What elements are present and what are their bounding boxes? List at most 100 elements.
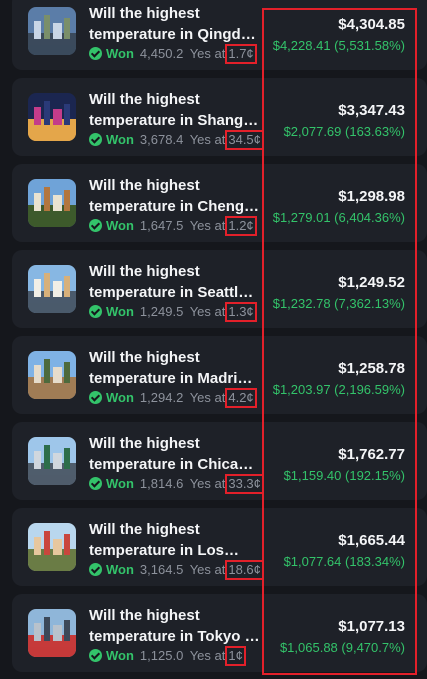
- position-meta: Won 4,450.2 Yes at 1.7¢: [89, 44, 257, 64]
- city-thumbnail: [28, 437, 76, 485]
- market-title-line-1: Will the highest: [89, 607, 200, 624]
- market-title-line-2: temperature in Qingda…: [89, 25, 261, 43]
- shares-count: 1,647.5: [139, 218, 184, 233]
- status-label: Won: [106, 304, 134, 319]
- position-row[interactable]: Will the highest temperature in Seattle……: [12, 250, 427, 328]
- yes-at-label: Yes at: [189, 476, 226, 491]
- market-title-line-2: temperature in Los…: [89, 541, 240, 559]
- position-row[interactable]: Will the highest temperature in Cheng… W…: [12, 164, 427, 242]
- check-circle-icon: [89, 649, 102, 662]
- status-label: Won: [106, 46, 134, 61]
- profit-and-loss: $1,232.78 (7,362.13%): [272, 296, 405, 311]
- market-title-line-1: Will the highest: [89, 5, 200, 22]
- market-title[interactable]: Will the highest temperature in Madrid…: [89, 348, 261, 389]
- shares-count: 1,249.5: [139, 304, 184, 319]
- position-meta: Won 3,678.4 Yes at 34.5¢: [89, 130, 264, 150]
- position-row[interactable]: Will the highest temperature in Shangha……: [12, 78, 427, 156]
- avg-price-highlight: 1.7¢: [225, 44, 257, 64]
- status-label: Won: [106, 648, 134, 663]
- profit-and-loss: $1,065.88 (9,470.7%): [279, 640, 405, 655]
- position-meta: Won 1,814.6 Yes at 33.3¢: [89, 474, 264, 494]
- profit-and-loss: $4,228.41 (5,531.58%): [272, 38, 405, 53]
- shares-count: 3,164.5: [139, 562, 184, 577]
- position-value: $1,077.13: [338, 618, 405, 635]
- profit-and-loss: $1,203.97 (2,196.59%): [272, 382, 405, 397]
- check-circle-icon: [89, 305, 102, 318]
- market-title-line-2: temperature in Cheng…: [89, 197, 260, 215]
- check-circle-icon: [89, 219, 102, 232]
- avg-price-highlight: 18.6¢: [225, 560, 264, 580]
- status-label: Won: [106, 390, 134, 405]
- yes-at-label: Yes at: [189, 304, 226, 319]
- avg-price-highlight: 34.5¢: [225, 130, 264, 150]
- city-thumbnail: [28, 265, 76, 313]
- profit-and-loss: $1,077.64 (183.34%): [283, 554, 405, 569]
- market-title-line-2: temperature in Madrid…: [89, 369, 261, 387]
- shares-count: 1,814.6: [139, 476, 184, 491]
- market-title[interactable]: Will the highest temperature in Los…: [89, 520, 261, 561]
- yes-at-label: Yes at: [189, 132, 226, 147]
- position-meta: Won 1,647.5 Yes at 1.2¢: [89, 216, 257, 236]
- position-value: $1,762.77: [338, 446, 405, 463]
- position-meta: Won 1,249.5 Yes at 1.3¢: [89, 302, 257, 322]
- market-title[interactable]: Will the highest temperature in Shangha…: [89, 90, 261, 131]
- market-title-line-1: Will the highest: [89, 435, 200, 452]
- market-title-line-2: temperature in Seattle…: [89, 283, 261, 301]
- profit-and-loss: $1,159.40 (192.15%): [283, 468, 405, 483]
- avg-price-highlight: 33.3¢: [225, 474, 264, 494]
- market-title[interactable]: Will the highest temperature in Chicago …: [89, 434, 261, 475]
- status-label: Won: [106, 476, 134, 491]
- market-title-line-1: Will the highest: [89, 263, 200, 280]
- check-circle-icon: [89, 47, 102, 60]
- market-title[interactable]: Will the highest temperature in Cheng…: [89, 176, 261, 217]
- shares-count: 4,450.2: [139, 46, 184, 61]
- shares-count: 3,678.4: [139, 132, 184, 147]
- city-thumbnail: [28, 93, 76, 141]
- position-value: $1,665.44: [338, 532, 405, 549]
- city-thumbnail: [28, 7, 76, 55]
- status-label: Won: [106, 218, 134, 233]
- position-row[interactable]: Will the highest temperature in Madrid… …: [12, 336, 427, 414]
- market-title-line-2: temperature in Chicago …: [89, 455, 261, 473]
- market-title[interactable]: Will the highest temperature in Tokyo b…: [89, 606, 261, 647]
- positions-screen: Will the highest temperature in Qingda… …: [0, 0, 427, 679]
- market-title-line-1: Will the highest: [89, 91, 200, 108]
- shares-count: 1,294.2: [139, 390, 184, 405]
- market-title[interactable]: Will the highest temperature in Qingda…: [89, 4, 261, 45]
- city-thumbnail: [28, 609, 76, 657]
- avg-price-highlight: 1¢: [225, 646, 246, 666]
- shares-count: 1,125.0: [139, 648, 184, 663]
- avg-price-highlight: 1.2¢: [225, 216, 257, 236]
- position-meta: Won 3,164.5 Yes at 18.6¢: [89, 560, 264, 580]
- check-circle-icon: [89, 391, 102, 404]
- market-title-line-2: temperature in Shangha…: [89, 111, 261, 129]
- check-circle-icon: [89, 563, 102, 576]
- avg-price-highlight: 4.2¢: [225, 388, 257, 408]
- check-circle-icon: [89, 477, 102, 490]
- profit-and-loss: $2,077.69 (163.63%): [283, 124, 405, 139]
- position-row[interactable]: Will the highest temperature in Los… Won…: [12, 508, 427, 586]
- market-title-line-1: Will the highest: [89, 521, 200, 538]
- profit-and-loss: $1,279.01 (6,404.36%): [272, 210, 405, 225]
- market-title-line-1: Will the highest: [89, 349, 200, 366]
- market-title[interactable]: Will the highest temperature in Seattle…: [89, 262, 261, 303]
- status-label: Won: [106, 562, 134, 577]
- position-value: $1,258.78: [338, 360, 405, 377]
- market-title-line-2: temperature in Tokyo b…: [89, 627, 261, 645]
- check-circle-icon: [89, 133, 102, 146]
- city-thumbnail: [28, 523, 76, 571]
- position-row[interactable]: Will the highest temperature in Qingda… …: [12, 0, 427, 70]
- position-meta: Won 1,294.2 Yes at 4.2¢: [89, 388, 257, 408]
- position-row[interactable]: Will the highest temperature in Chicago …: [12, 422, 427, 500]
- avg-price-highlight: 1.3¢: [225, 302, 257, 322]
- yes-at-label: Yes at: [189, 46, 226, 61]
- status-label: Won: [106, 132, 134, 147]
- yes-at-label: Yes at: [189, 390, 226, 405]
- position-row[interactable]: Will the highest temperature in Tokyo b……: [12, 594, 427, 672]
- yes-at-label: Yes at: [189, 648, 226, 663]
- position-value: $4,304.85: [338, 16, 405, 33]
- yes-at-label: Yes at: [189, 562, 226, 577]
- position-value: $1,249.52: [338, 274, 405, 291]
- position-value: $1,298.98: [338, 188, 405, 205]
- position-value: $3,347.43: [338, 102, 405, 119]
